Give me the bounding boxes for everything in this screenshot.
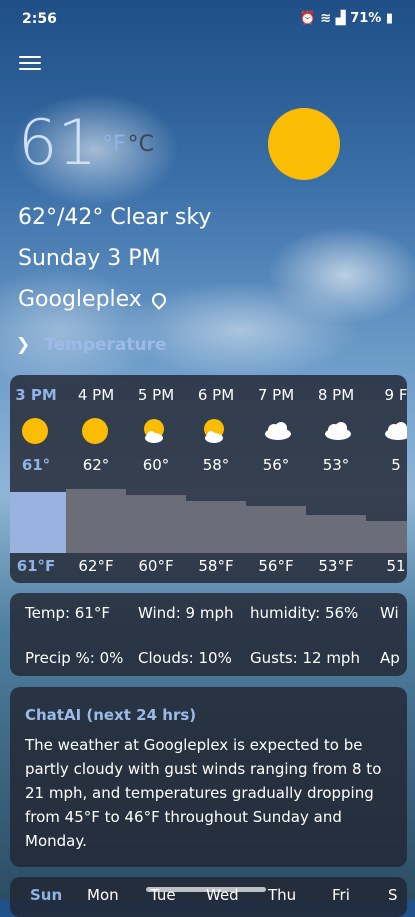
hour-temp-f: 51 — [386, 557, 406, 575]
location[interactable]: Googleplex — [18, 287, 169, 312]
hour-temp: 56° — [262, 456, 290, 474]
hour-label: 7 PM — [257, 386, 295, 404]
alarm-icon: ⏰ — [299, 11, 316, 26]
hour-temp-f: 56°F — [258, 557, 294, 575]
hour-temp: 5 — [391, 456, 401, 474]
chatai-body: The weather at Googleplex is expected to… — [25, 736, 382, 850]
menu-icon[interactable] — [19, 56, 41, 72]
temperature-toggle[interactable]: ❯ Temperature — [16, 335, 167, 355]
unit-fahrenheit[interactable]: °F — [102, 132, 126, 157]
cloud-icon — [262, 418, 291, 446]
hour-temp-f: 60°F — [138, 557, 174, 575]
detail-gusts: Gusts: 12 mph — [250, 649, 360, 667]
hour-column[interactable]: 6 PM 58° 58°F — [186, 375, 246, 583]
temp-range-summary: 62°/42° Clear sky — [18, 205, 212, 230]
detail-humidity: humidity: 56% — [250, 604, 359, 622]
sun-icon — [82, 418, 110, 446]
location-pin-icon — [148, 290, 169, 310]
hour-column[interactable]: 7 PM 56° 56°F — [246, 375, 306, 583]
partly-cloudy-icon — [142, 418, 170, 446]
chevron-right-icon: ❯ — [16, 335, 31, 355]
temp-bar — [186, 501, 246, 553]
daily-tabs[interactable]: Sun Mon Tue Wed Thu Fri S — [10, 877, 407, 917]
status-icons: ⏰ ≋ ▟ 71% ▮ — [300, 11, 394, 26]
detail-clouds: Clouds: 10% — [138, 649, 232, 667]
hour-temp-f: 58°F — [198, 557, 234, 575]
sun-icon — [268, 108, 340, 180]
location-name: Googleplex — [18, 287, 142, 312]
detail-precip: Precip %: 0% — [25, 649, 124, 667]
sun-icon — [22, 418, 50, 446]
hour-column[interactable]: 4 PM 62° 62°F — [66, 375, 126, 583]
temp-bar — [10, 492, 66, 553]
chatai-summary: ChatAI (next 24 hrs) The weather at Goog… — [10, 687, 407, 867]
temp-bar — [66, 489, 126, 553]
hour-label: 8 PM — [317, 386, 355, 404]
hour-column[interactable]: 9 F 5 51 — [366, 375, 407, 583]
hour-label: 6 PM — [197, 386, 235, 404]
unit-switch[interactable]: °F°C — [102, 132, 154, 157]
detail-ap: Ap — [380, 649, 400, 667]
status-time: 2:56 — [22, 11, 57, 27]
cloud-icon — [322, 418, 351, 446]
hour-temp-f: 61°F — [16, 557, 56, 575]
weather-details[interactable]: Temp: 61°F Wind: 9 mph humidity: 56% Wi … — [10, 593, 407, 676]
day-tab[interactable]: Mon — [87, 886, 119, 904]
battery-icon: ▮ — [385, 11, 393, 26]
hour-temp: 60° — [142, 456, 170, 474]
hour-column[interactable]: 3 PM 61° 61°F — [10, 375, 66, 583]
partly-cloudy-icon — [202, 418, 230, 446]
temperature-toggle-label: Temperature — [44, 335, 167, 355]
hour-temp-f: 53°F — [318, 557, 354, 575]
hour-label: 3 PM — [15, 386, 57, 404]
hour-temp: 58° — [202, 456, 230, 474]
chatai-title: ChatAI (next 24 hrs) — [25, 706, 197, 724]
current-temperature: 61 — [18, 106, 97, 179]
home-indicator[interactable] — [146, 887, 266, 892]
hour-column[interactable]: 5 PM 60° 60°F — [126, 375, 186, 583]
temp-bar — [306, 515, 366, 553]
temp-bar — [246, 506, 306, 553]
hour-temp: 62° — [82, 456, 110, 474]
hourly-forecast[interactable]: 3 PM 61° 61°F 4 PM 62° 62°F 5 PM 60° 60°F 6 PM 58°… — [10, 375, 407, 583]
temp-bar — [126, 495, 186, 553]
temp-bar — [366, 521, 407, 553]
detail-temp: Temp: 61°F — [25, 604, 111, 622]
status-bar: 2:56 ⏰ ≋ ▟ 71% ▮ — [0, 0, 415, 40]
day-tab[interactable]: Thu — [268, 886, 296, 904]
current-datetime: Sunday 3 PM — [18, 246, 161, 271]
day-tab[interactable]: S — [388, 886, 398, 904]
detail-wind: Wind: 9 mph — [138, 604, 234, 622]
day-tab[interactable]: Fri — [332, 886, 350, 904]
wifi-icon: ≋ — [320, 11, 332, 26]
detail-wi: Wi — [380, 604, 399, 622]
signal-icon: ▟ — [335, 11, 346, 26]
hour-label: 5 PM — [137, 386, 175, 404]
unit-celsius[interactable]: °C — [128, 132, 154, 157]
hour-column[interactable]: 8 PM 53° 53°F — [306, 375, 366, 583]
hour-temp: 61° — [21, 456, 51, 474]
hour-label: 9 F — [384, 386, 407, 404]
cloud-icon — [382, 418, 407, 446]
hour-temp: 53° — [322, 456, 350, 474]
battery-level: 71% — [350, 11, 382, 26]
hour-label: 4 PM — [77, 386, 115, 404]
day-tab[interactable]: Sun — [30, 886, 62, 904]
hour-temp-f: 62°F — [78, 557, 114, 575]
